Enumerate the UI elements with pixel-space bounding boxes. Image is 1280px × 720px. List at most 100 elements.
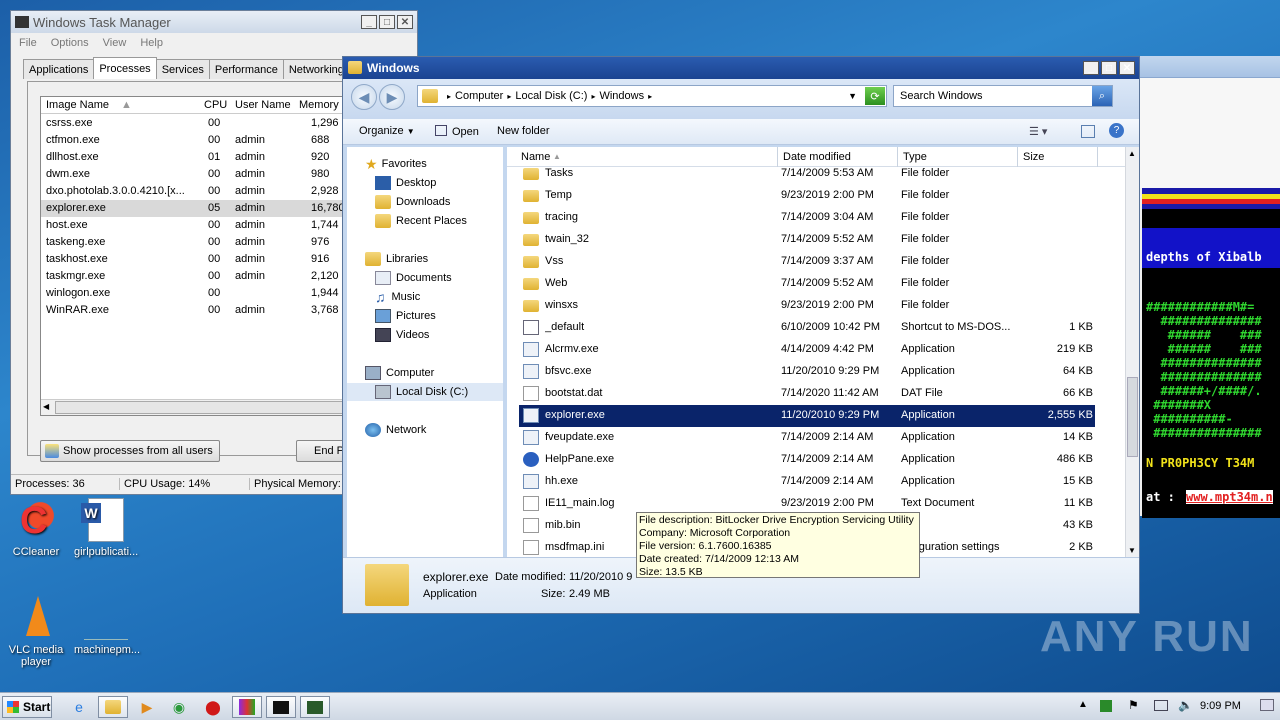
breadcrumb-windows[interactable]: Windows	[599, 90, 644, 102]
nav-local-disk[interactable]: Local Disk (C:)	[347, 383, 503, 401]
start-button[interactable]: Start	[2, 696, 52, 718]
new-folder-button[interactable]: New folder	[497, 125, 550, 137]
task-manager-taskbar-icon[interactable]	[300, 696, 330, 718]
file-row[interactable]: twain_32 7/14/2009 5:52 AM File folder	[519, 229, 1095, 251]
search-icon[interactable]: ⌕	[1092, 86, 1112, 106]
nav-libraries[interactable]: Libraries	[365, 250, 428, 268]
process-row[interactable]: winlogon.exe 00 1,944	[41, 285, 359, 302]
back-button[interactable]: ◀	[351, 84, 377, 110]
file-row[interactable]: HelpPane.exe 7/14/2009 2:14 AM Application…	[519, 449, 1095, 471]
minimize-button[interactable]: _	[1083, 61, 1099, 75]
close-button[interactable]: ✕	[397, 15, 413, 29]
tab-performance[interactable]: Performance	[208, 59, 284, 79]
network-tray-icon[interactable]	[1154, 700, 1168, 711]
menu-file[interactable]: File	[19, 37, 37, 49]
process-row[interactable]: taskmgr.exe 00 admin 2,120	[41, 268, 359, 285]
file-row[interactable]: fveupdate.exe 7/14/2009 2:14 AM Applicatio…	[519, 427, 1095, 449]
menu-view[interactable]: View	[103, 37, 127, 49]
file-row[interactable]: Temp 9/23/2019 2:00 PM File folder	[519, 185, 1095, 207]
internet-explorer-icon[interactable]: e	[64, 696, 94, 718]
column-type[interactable]: Type	[903, 151, 927, 163]
process-row[interactable]: host.exe 00 admin 1,744	[41, 217, 359, 234]
nav-music[interactable]: ♫ Music	[375, 288, 420, 306]
volume-icon[interactable]: 🔈	[1178, 698, 1193, 712]
file-row[interactable]: winsxs 9/23/2019 2:00 PM File folder	[519, 295, 1095, 317]
process-row[interactable]: WinRAR.exe 00 admin 3,768	[41, 302, 359, 319]
column-user-name[interactable]: User Name	[235, 99, 291, 111]
nav-network[interactable]: Network	[365, 421, 426, 439]
open-button[interactable]: Open	[435, 125, 479, 138]
scroll-up-icon[interactable]: ▲	[1128, 149, 1136, 158]
column-name[interactable]: Name	[521, 151, 550, 163]
file-row[interactable]: Alcrmv.exe 4/14/2009 4:42 PM Application 21…	[519, 339, 1095, 361]
search-input[interactable]: Search Windows ⌕	[893, 85, 1113, 107]
console-taskbar-icon[interactable]	[266, 696, 296, 718]
file-row[interactable]: _default 6/10/2009 10:42 PM Shortcut to MS…	[519, 317, 1095, 339]
scroll-down-icon[interactable]: ▼	[1128, 546, 1136, 555]
organize-button[interactable]: Organize ▼	[359, 125, 415, 137]
file-row[interactable]: bootstat.dat 7/14/2020 11:42 AM DAT File 66…	[519, 383, 1095, 405]
file-row[interactable]: bfsvc.exe 11/20/2010 9:29 PM Application 64…	[519, 361, 1095, 383]
desktop-icon-document[interactable]: W girlpublicati...	[74, 498, 138, 558]
maximize-button[interactable]: □	[1101, 61, 1117, 75]
maximize-button[interactable]: □	[379, 15, 395, 29]
process-row[interactable]: taskeng.exe 00 admin 976	[41, 234, 359, 251]
column-memory[interactable]: Memory (	[299, 99, 345, 111]
tab-networking[interactable]: Networking	[282, 59, 350, 79]
close-button[interactable]: ✕	[1119, 61, 1135, 75]
nav-desktop[interactable]: Desktop	[375, 174, 436, 192]
process-row[interactable]: explorer.exe 05 admin 16,780	[41, 200, 359, 217]
scroll-thumb[interactable]	[1127, 377, 1138, 457]
nav-computer[interactable]: Computer	[365, 364, 434, 382]
console-link[interactable]: www.mpt34m.n	[1186, 490, 1273, 504]
nav-recent-places[interactable]: Recent Places	[375, 212, 467, 230]
desktop-icon-vlc[interactable]: VLC media player	[4, 596, 68, 668]
refresh-icon[interactable]: ⟳	[865, 87, 885, 105]
horizontal-scrollbar[interactable]: ◀	[41, 399, 359, 415]
tab-services[interactable]: Services	[155, 59, 210, 79]
show-hidden-icons[interactable]: ▲	[1078, 699, 1088, 710]
chevron-down-icon[interactable]: ▼	[848, 91, 857, 101]
desktop-icon-machine[interactable]: machinepm...	[74, 596, 140, 656]
minimize-button[interactable]: _	[361, 15, 377, 29]
file-row[interactable]: Vss 7/14/2009 3:37 AM File folder	[519, 251, 1095, 273]
address-box[interactable]: ▸ Computer ▸ Local Disk (C:) ▸ Windows ▸…	[417, 85, 887, 107]
action-center-icon[interactable]	[1260, 699, 1274, 711]
nav-downloads[interactable]: Downloads	[375, 193, 450, 211]
view-options-icon[interactable]: ☰ ▾	[1029, 125, 1047, 138]
vertical-scrollbar[interactable]: ▲ ▼	[1125, 147, 1139, 557]
process-row[interactable]: dwm.exe 00 admin 980	[41, 166, 359, 183]
help-icon[interactable]: ?	[1109, 123, 1124, 138]
column-image-name[interactable]: Image Name	[46, 99, 109, 111]
nav-documents[interactable]: Documents	[375, 269, 452, 287]
process-row[interactable]: dllhost.exe 01 admin 920	[41, 149, 359, 166]
process-row[interactable]: dxo.photolab.3.0.0.4210.[x... 00 admin 2,92…	[41, 183, 359, 200]
process-row[interactable]: taskhost.exe 00 admin 916	[41, 251, 359, 268]
file-row[interactable]: Web 7/14/2009 5:52 AM File folder	[519, 273, 1095, 295]
clock[interactable]: 9:09 PM	[1200, 700, 1241, 712]
show-all-processes-button[interactable]: Show processes from all users	[40, 440, 220, 462]
column-size[interactable]: Size	[1023, 151, 1044, 163]
scroll-left-icon[interactable]: ◀	[43, 402, 49, 411]
nav-videos[interactable]: Videos	[375, 326, 429, 344]
process-row[interactable]: csrss.exe 00 1,296	[41, 115, 359, 132]
winrar-icon[interactable]	[232, 696, 262, 718]
tray-app-icon[interactable]	[1100, 700, 1112, 712]
menu-help[interactable]: Help	[140, 37, 163, 49]
process-list[interactable]: Image Name ▲ CPU User Name Memory ( csrs…	[40, 96, 360, 416]
column-date-modified[interactable]: Date modified	[783, 151, 851, 163]
nav-pictures[interactable]: Pictures	[375, 307, 436, 325]
menu-options[interactable]: Options	[51, 37, 89, 49]
breadcrumb-local-disk[interactable]: Local Disk (C:)	[515, 90, 587, 102]
chrome-icon[interactable]: ◉	[164, 696, 194, 718]
desktop-icon-ccleaner[interactable]: C CCleaner	[4, 498, 68, 558]
file-row[interactable]: hh.exe 7/14/2009 2:14 AM Application 15 KB	[519, 471, 1095, 493]
explorer-taskbar-icon[interactable]	[98, 696, 128, 718]
breadcrumb-computer[interactable]: Computer	[455, 90, 503, 102]
nav-favorites[interactable]: ★ Favorites	[365, 155, 427, 173]
scroll-thumb[interactable]	[55, 401, 345, 414]
column-cpu[interactable]: CPU	[204, 99, 227, 111]
file-row[interactable]: Tasks 7/14/2009 5:53 AM File folder	[519, 163, 1095, 185]
preview-pane-icon[interactable]	[1081, 125, 1095, 138]
tab-processes[interactable]: Processes	[93, 57, 157, 79]
